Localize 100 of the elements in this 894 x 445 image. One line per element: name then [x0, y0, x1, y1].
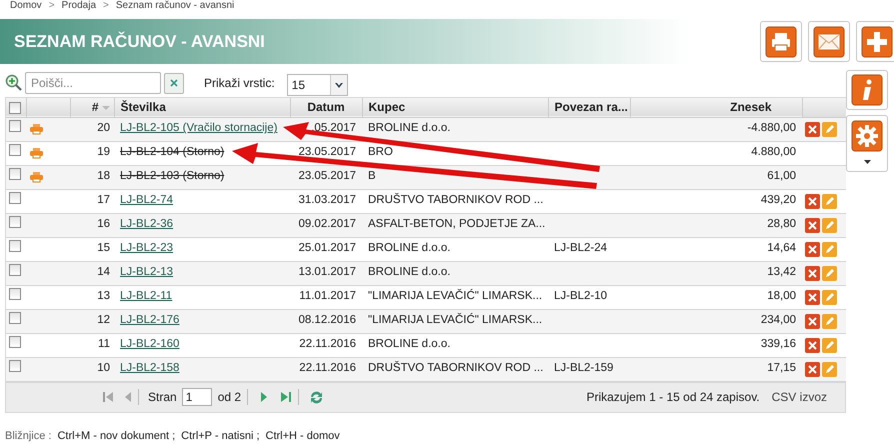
row-checkbox[interactable]	[9, 120, 21, 132]
next-page-icon[interactable]	[260, 391, 268, 403]
table-cell: LJ-BL2-24	[554, 242, 608, 254]
edit-icon[interactable]	[822, 338, 837, 352]
breadcrumb-link[interactable]: Seznam računov - avansni	[116, 0, 234, 12]
table-cell: 14,64	[767, 242, 796, 254]
table-cell: BROLINE d.o.o.	[368, 266, 450, 278]
edit-icon[interactable]	[822, 266, 837, 280]
shortcuts-label: Bližnjice :	[5, 428, 52, 444]
table-cell: ASFALT-BETON, PODJETJE ZA...	[368, 218, 546, 230]
document-link[interactable]: LJ-BL2-23	[120, 242, 174, 254]
document-link[interactable]: LJ-BL2-103 (Storno)	[120, 170, 224, 182]
row-checkbox[interactable]	[9, 240, 21, 252]
table-cell: 234,00	[760, 314, 796, 326]
row-number: 14	[97, 266, 110, 278]
table-cell: DRUŠTVO TABORNIKOV ROD ...	[368, 362, 544, 374]
table-cell: 18,00	[767, 290, 796, 302]
edit-icon[interactable]	[822, 218, 837, 232]
table-cell: 09.02.2017	[298, 218, 356, 230]
document-link[interactable]: LJ-BL2-36	[120, 218, 174, 230]
row-checkbox[interactable]	[9, 168, 21, 180]
edit-icon[interactable]	[822, 290, 837, 304]
row-checkbox[interactable]	[9, 288, 21, 300]
delete-icon[interactable]	[805, 338, 820, 352]
first-page-icon[interactable]	[102, 391, 114, 403]
last-page-icon[interactable]	[280, 391, 292, 403]
breadcrumb-link[interactable]: Prodaja	[62, 0, 96, 12]
record-summary: Prikazujem 1 - 15 od 24 zapisov.	[586, 389, 760, 406]
column-header[interactable]: Povezan ra...	[554, 100, 628, 114]
email-button[interactable]	[808, 21, 850, 62]
add-button[interactable]	[856, 21, 894, 62]
table-cell: 23.05.2017	[298, 170, 356, 182]
delete-icon[interactable]	[805, 122, 820, 136]
column-header[interactable]: Datum	[307, 100, 345, 114]
edit-icon[interactable]	[822, 242, 837, 256]
column-header[interactable]: Številka	[120, 100, 166, 114]
printer-icon[interactable]	[30, 172, 43, 182]
search-field[interactable]: Poišči...	[25, 72, 161, 94]
edit-icon[interactable]	[822, 122, 837, 136]
table-cell: 11.01.2017	[299, 290, 356, 302]
refresh-icon[interactable]	[309, 390, 324, 404]
document-link[interactable]: LJ-BL2-13	[120, 266, 174, 278]
page-number-field[interactable]: 1	[182, 388, 212, 406]
row-number: 13	[97, 290, 110, 302]
column-header[interactable]: Znesek	[730, 100, 772, 114]
settings-menu-button[interactable]	[846, 115, 888, 172]
printer-icon[interactable]	[30, 148, 43, 158]
edit-icon[interactable]	[822, 362, 837, 376]
table-cell: BROLINE d.o.o.	[368, 122, 450, 134]
edit-icon[interactable]	[822, 314, 837, 328]
table-cell: 17,15	[767, 362, 796, 374]
row-checkbox[interactable]	[9, 216, 21, 228]
document-link[interactable]: LJ-BL2-11	[120, 290, 172, 302]
row-number: 20	[97, 122, 110, 134]
printer-icon[interactable]	[30, 124, 43, 134]
document-link[interactable]: LJ-BL2-160	[120, 338, 180, 350]
breadcrumb-link[interactable]: Domov	[10, 0, 42, 12]
row-checkbox[interactable]	[9, 264, 21, 276]
search-icon[interactable]	[5, 74, 23, 92]
row-checkbox[interactable]	[9, 144, 21, 156]
row-checkbox[interactable]	[9, 336, 21, 348]
column-header[interactable]: #	[92, 100, 98, 114]
previous-page-icon[interactable]	[124, 391, 132, 403]
row-checkbox[interactable]	[9, 360, 21, 372]
row-number: 18	[97, 170, 110, 182]
delete-icon[interactable]	[805, 242, 820, 256]
table-cell: .05.2017	[311, 122, 356, 134]
table-cell: 22.11.2016	[299, 362, 356, 374]
row-number: 17	[97, 194, 110, 206]
page-count: od 2	[218, 389, 242, 406]
caret-icon	[864, 160, 870, 164]
document-link[interactable]: LJ-BL2-104 (Storno)	[120, 146, 224, 158]
document-link[interactable]: LJ-BL2-105 (Vračilo stornacije)	[120, 122, 278, 134]
document-link[interactable]: LJ-BL2-74	[120, 194, 174, 206]
table-cell: LJ-BL2-159	[554, 362, 614, 374]
table-cell: B	[368, 170, 376, 182]
document-link[interactable]: LJ-BL2-176	[120, 314, 180, 326]
row-checkbox[interactable]	[9, 192, 21, 204]
row-checkbox[interactable]	[9, 312, 21, 324]
table-cell: 22.11.2016	[299, 338, 356, 350]
page-title: SEZNAM RAČUNOV - AVANSNI	[14, 30, 265, 53]
close-icon	[170, 79, 178, 87]
clear-search-button[interactable]	[164, 72, 184, 94]
delete-icon[interactable]	[805, 266, 820, 280]
delete-icon[interactable]	[805, 218, 820, 232]
table-cell: 4.880,00	[751, 146, 796, 158]
document-link[interactable]: LJ-BL2-158	[120, 362, 180, 374]
print-button[interactable]	[760, 21, 802, 62]
delete-icon[interactable]	[805, 290, 820, 304]
delete-icon[interactable]	[805, 314, 820, 328]
select-all-checkbox[interactable]	[9, 102, 21, 114]
table-cell: 25.01.2017	[298, 242, 356, 254]
csv-export-link[interactable]: CSV izvoz	[772, 388, 827, 406]
column-header[interactable]: Kupec	[368, 100, 406, 114]
rows-select[interactable]: 15	[286, 74, 348, 96]
edit-icon[interactable]	[822, 194, 837, 208]
delete-icon[interactable]	[805, 194, 820, 208]
info-button[interactable]	[846, 70, 888, 110]
delete-icon[interactable]	[805, 362, 820, 376]
shortcut-hint: Ctrl+P - natisni ;	[181, 428, 260, 444]
